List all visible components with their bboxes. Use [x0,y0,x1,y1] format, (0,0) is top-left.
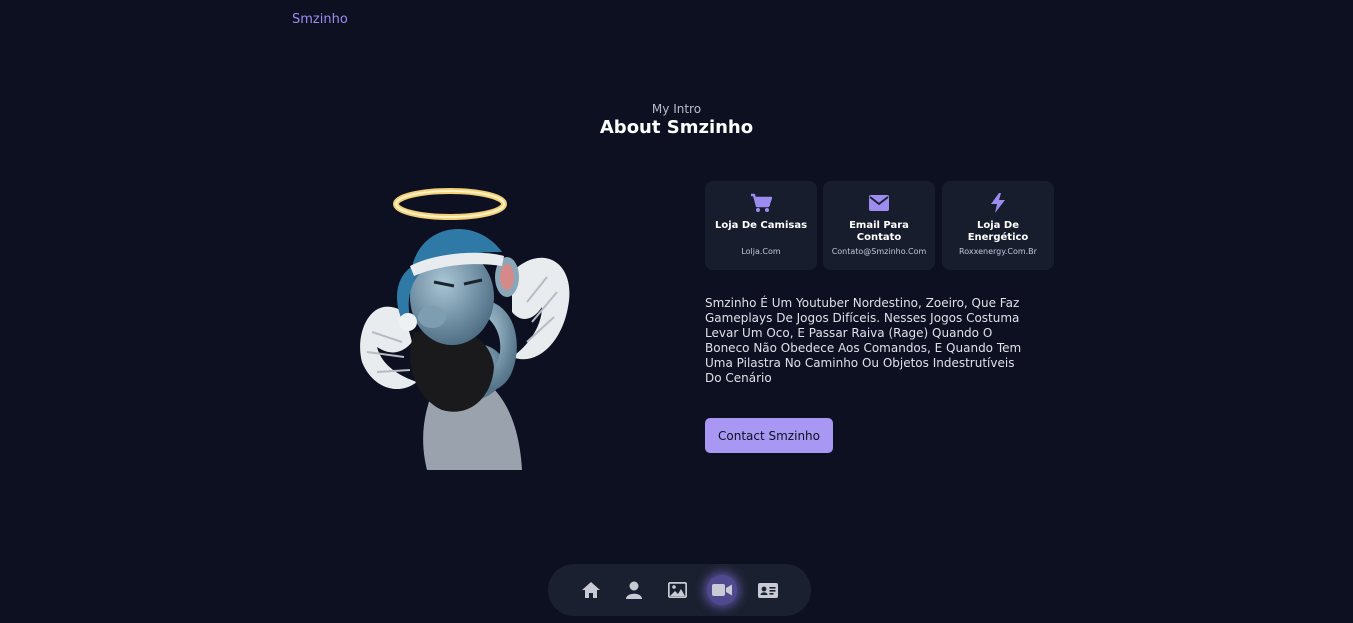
contact-button[interactable]: Contact Smzinho [705,418,833,453]
card-label: Loja De Camisas [714,220,808,231]
smzinho-avatar-illustration [360,188,570,470]
card-sub: Lolja.Com [741,247,781,256]
card-email-contact[interactable]: Email Para Contato Contato@Smzinho.Com [823,181,935,270]
card-energy-store[interactable]: Loja De Energético Roxxenergy.Com.Br [942,181,1054,270]
card-sub: Contato@Smzinho.Com [831,247,927,256]
page-title: About Smzinho [599,117,754,138]
card-sub: Roxxenergy.Com.Br [959,247,1037,256]
card-label: Loja De Energético [967,220,1029,243]
nav-contact[interactable] [753,575,783,605]
user-icon [626,581,642,599]
envelope-icon [823,193,935,213]
cart-icon [705,193,817,213]
card-camisas-store[interactable]: Loja De Camisas Lolja.Com [705,181,817,270]
nav-gallery[interactable] [662,575,692,605]
home-icon [582,582,600,598]
card-label: Email Para Contato [849,220,909,243]
about-description: Smzinho É Um Youtuber Nordestino, Zoeiro… [705,296,1022,385]
nav-about[interactable] [619,575,649,605]
bolt-icon [942,193,1054,213]
nav-videos[interactable] [707,575,737,605]
nav-home[interactable] [576,575,606,605]
bottom-nav [548,564,811,616]
contact-card-icon [758,582,778,598]
logo-link[interactable]: Smzinho [292,12,348,27]
video-camera-icon [712,584,732,596]
intro-subtitle: My Intro [651,102,702,116]
image-icon [667,582,687,598]
